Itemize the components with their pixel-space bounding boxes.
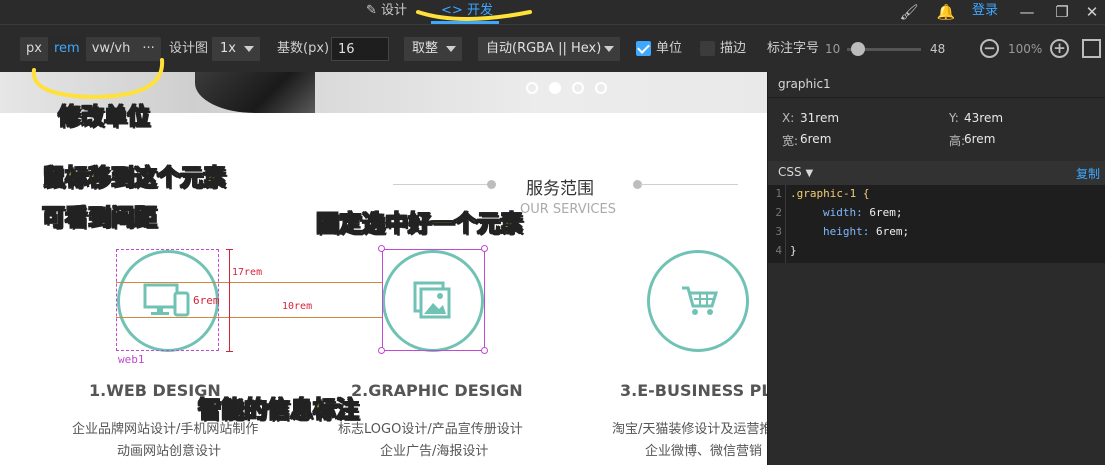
annotation-change-unit: 修改单位 (58, 104, 151, 131)
develop-underline-stroke (416, 10, 532, 21)
annotation-fixed-select: 固定选中好一个元素 (316, 211, 524, 238)
annotation-smart-info: 智能的信息标注 (198, 397, 360, 424)
unit-circle-stroke (31, 58, 165, 100)
app-window: ✎ 设计 <> 开发 🖌 🔔 登录 — ❐ ✕ px rem vw/vh ···… (0, 0, 1105, 465)
annotation-hover-line2: 可看到间距 (42, 205, 158, 232)
annotation-hover-line1: 鼠标移到这个元素 (42, 165, 227, 192)
annotation-strokes (31, 10, 532, 100)
